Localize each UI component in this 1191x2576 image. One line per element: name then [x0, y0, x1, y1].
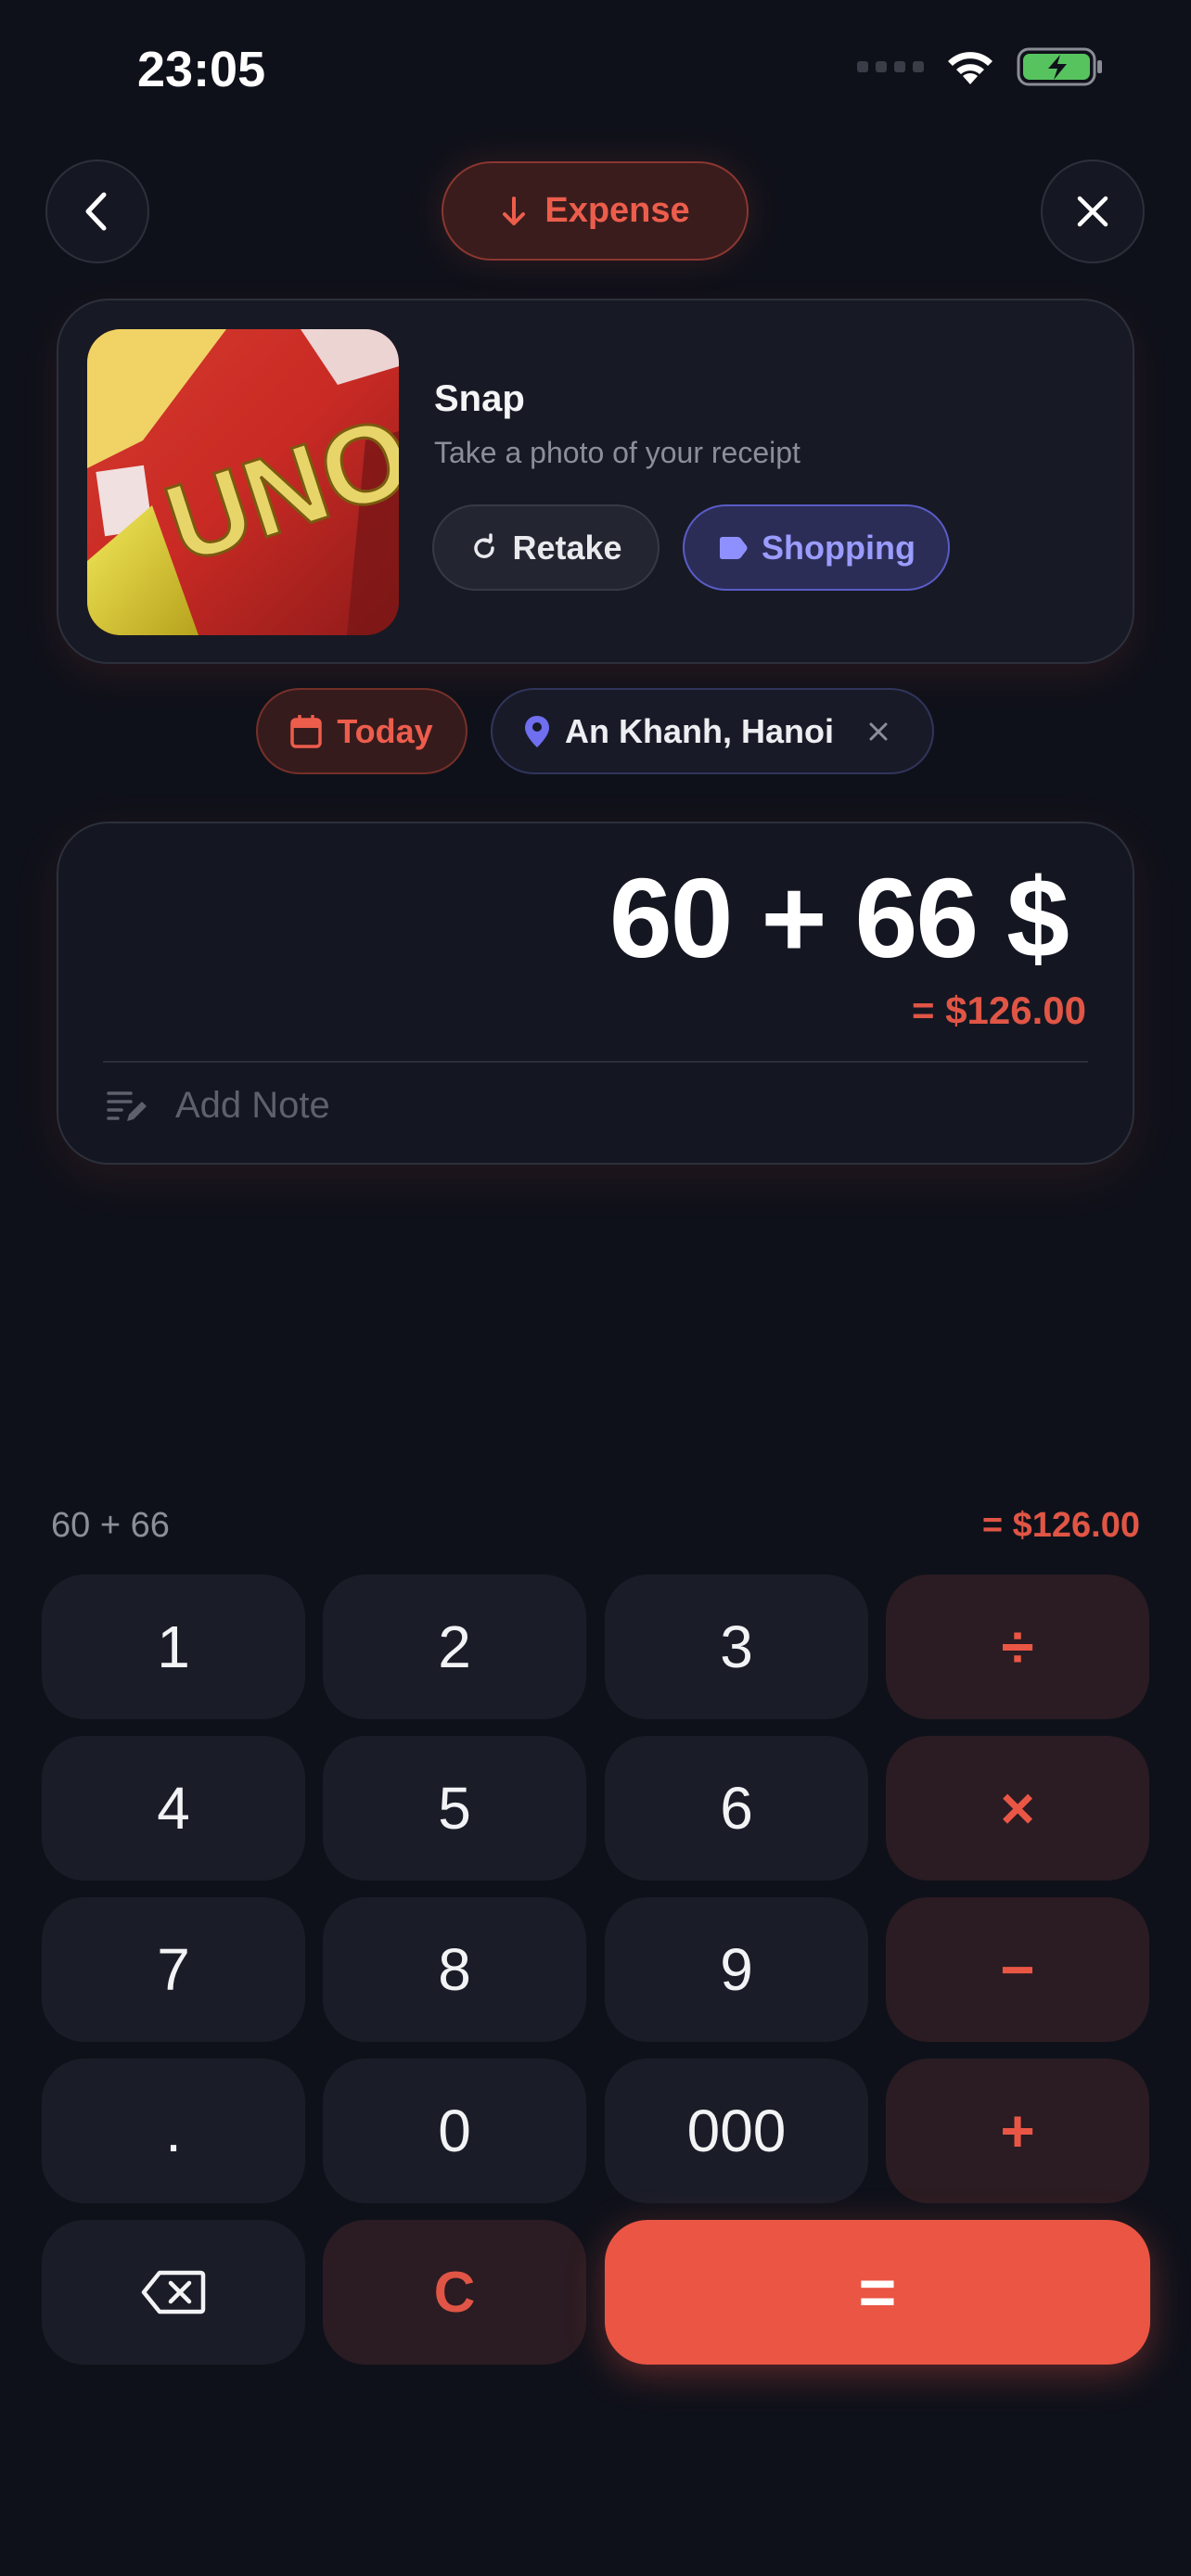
key-9[interactable]: 9 [605, 1897, 868, 2042]
location-chip[interactable]: An Khanh, Hanoi [491, 688, 934, 774]
battery-charging-icon [1017, 47, 1102, 86]
add-expense-screen: 23:05 Expense UNO Snap Take a photo of y… [0, 0, 1191, 2576]
amount-card: 60 + 66 $ = $126.00 Add Note [57, 822, 1134, 1165]
status-icons [857, 46, 1104, 87]
key-subtract[interactable]: − [886, 1897, 1149, 2042]
back-button[interactable] [45, 159, 149, 263]
add-note-placeholder: Add Note [175, 1085, 330, 1126]
receipt-image: UNO [87, 329, 399, 635]
key-3[interactable]: 3 [605, 1575, 868, 1719]
key-5[interactable]: 5 [323, 1736, 586, 1881]
close-icon [1077, 196, 1108, 227]
receipt-card: UNO Snap Take a photo of your receipt Re… [57, 299, 1134, 664]
key-000[interactable]: 000 [605, 2059, 868, 2203]
chevron-left-icon [85, 192, 107, 231]
arrow-down-icon [503, 196, 526, 225]
cellular-signal-icon [857, 61, 924, 72]
amount-result: = $126.00 [911, 988, 1086, 1032]
calendar-icon [290, 714, 323, 748]
close-button[interactable] [1041, 159, 1145, 263]
transaction-type-toggle[interactable]: Expense [442, 161, 749, 261]
key-decimal[interactable]: . [42, 2059, 305, 2203]
backspace-button[interactable] [42, 2220, 305, 2365]
key-add[interactable]: + [886, 2059, 1149, 2203]
snap-subtitle: Take a photo of your receipt [434, 436, 800, 469]
tag-icon [720, 536, 748, 559]
status-time: 23:05 [137, 42, 266, 97]
close-icon [869, 722, 888, 740]
amount-expression: 60 + 66 $ [608, 855, 1069, 981]
retake-button[interactable]: Retake [432, 504, 660, 591]
receipt-photo[interactable]: UNO [87, 329, 399, 635]
add-note-field[interactable]: Add Note [107, 1085, 330, 1127]
key-7[interactable]: 7 [42, 1897, 305, 2042]
equals-button[interactable]: = [605, 2220, 1150, 2365]
wifi-icon [948, 52, 992, 84]
key-8[interactable]: 8 [323, 1897, 586, 2042]
clear-location-button[interactable] [867, 721, 890, 743]
date-label: Today [337, 711, 433, 750]
category-button[interactable]: Shopping [683, 504, 950, 591]
key-6[interactable]: 6 [605, 1736, 868, 1881]
date-chip[interactable]: Today [256, 688, 467, 774]
category-label: Shopping [762, 528, 916, 567]
clear-button[interactable]: C [323, 2220, 586, 2365]
key-1[interactable]: 1 [42, 1575, 305, 1719]
key-0[interactable]: 0 [323, 2059, 586, 2203]
location-label: An Khanh, Hanoi [565, 711, 834, 750]
key-multiply[interactable]: × [886, 1736, 1149, 1881]
refresh-icon [474, 532, 495, 558]
key-divide[interactable]: ÷ [886, 1575, 1149, 1719]
transaction-type-label: Expense [544, 191, 690, 230]
keypad-expression: 60 + 66 [51, 1506, 170, 1545]
location-pin-icon [525, 715, 549, 747]
backspace-icon [141, 2270, 206, 2315]
snap-title: Snap [434, 378, 525, 419]
divider [103, 1061, 1088, 1063]
keypad-result: = $126.00 [981, 1506, 1140, 1545]
retake-label: Retake [512, 528, 622, 567]
key-4[interactable]: 4 [42, 1736, 305, 1881]
key-2[interactable]: 2 [323, 1575, 586, 1719]
edit-note-icon [107, 1090, 147, 1121]
